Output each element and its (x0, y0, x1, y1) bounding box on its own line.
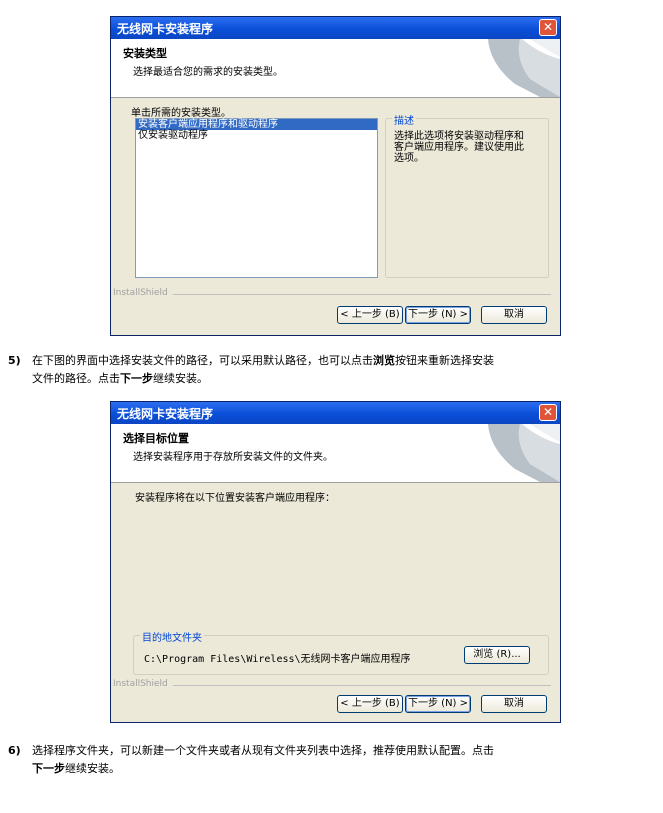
cancel-button[interactable]: 取消 (481, 695, 547, 713)
window-title: 无线网卡安装程序 (117, 22, 214, 36)
title-bar[interactable]: 无线网卡安装程序 ✕ (111, 402, 560, 424)
bold-next: 下一步 (32, 762, 65, 775)
step-6-paragraph: 6) 选择程序文件夹，可以新建一个文件夹或者从现有文件夹列表中选择，推荐使用默认… (8, 744, 494, 775)
prompt-label: 单击所需的安装类型。 (131, 108, 231, 119)
cancel-button[interactable]: 取消 (481, 306, 547, 324)
list-item[interactable]: 仅安装驱动程序 (136, 130, 377, 141)
bold-next: 下一步 (120, 372, 153, 385)
header-title: 安装类型 (123, 47, 167, 60)
header-subtitle: 选择最适合您的需求的安装类型。 (133, 67, 283, 78)
divider (173, 685, 551, 686)
description-group: 描述 选择此选项将安装驱动程序和 客户端应用程序。建议使用此 选项。 (385, 112, 549, 278)
next-button[interactable]: 下一步 (N) > (405, 306, 471, 324)
back-button[interactable]: < 上一步 (B) (337, 695, 403, 713)
header-title: 选择目标位置 (123, 432, 189, 445)
close-icon: ✕ (542, 20, 554, 34)
description-title: 描述 (392, 112, 416, 127)
dialog-header: 选择目标位置 选择安装程序用于存放所安装文件的文件夹。 (111, 424, 560, 483)
install-type-list[interactable]: 安装客户端应用程序和驱动程序 仅安装驱动程序 (135, 118, 378, 278)
close-button[interactable]: ✕ (539, 404, 557, 421)
bold-browse: 浏览 (373, 354, 395, 367)
header-subtitle: 选择安装程序用于存放所安装文件的文件夹。 (133, 452, 333, 463)
next-button[interactable]: 下一步 (N) > (405, 695, 471, 713)
close-icon: ✕ (542, 405, 554, 419)
step-number: 5) (8, 354, 21, 367)
install-type-dialog: 无线网卡安装程序 ✕ 安装类型 选择最适合您的需求的安装类型。 单击所需的安装类… (110, 16, 561, 336)
close-button[interactable]: ✕ (539, 19, 557, 36)
destination-dialog: 无线网卡安装程序 ✕ 选择目标位置 选择安装程序用于存放所安装文件的文件夹。 安… (110, 401, 561, 723)
title-bar[interactable]: 无线网卡安装程序 ✕ (111, 17, 560, 39)
destination-path: C:\Program Files\Wireless\无线网卡客户端应用程序 (144, 654, 411, 665)
dialog-header: 安装类型 选择最适合您的需求的安装类型。 (111, 39, 560, 98)
installshield-label: InstallShield (113, 679, 168, 689)
installshield-label: InstallShield (113, 288, 168, 298)
divider (173, 294, 551, 295)
list-item[interactable]: 安装客户端应用程序和驱动程序 (136, 119, 377, 130)
computer-graphic-icon (480, 39, 560, 97)
description-text: 选择此选项将安装驱动程序和 客户端应用程序。建议使用此 选项。 (394, 131, 524, 164)
step-5-paragraph: 5) 在下图的界面中选择安装文件的路径，可以采用默认路径，也可以点击浏览按钮来重… (8, 354, 494, 385)
destination-folder-group: 目的地文件夹 C:\Program Files\Wireless\无线网卡客户端… (133, 629, 549, 675)
browse-button[interactable]: 浏览 (R)... (464, 646, 530, 664)
window-title: 无线网卡安装程序 (117, 407, 214, 421)
prompt-label: 安装程序将在以下位置安装客户端应用程序： (135, 493, 335, 504)
step-number: 6) (8, 744, 21, 757)
destination-folder-title: 目的地文件夹 (140, 629, 204, 644)
computer-graphic-icon (480, 424, 560, 482)
back-button[interactable]: < 上一步 (B) (337, 306, 403, 324)
